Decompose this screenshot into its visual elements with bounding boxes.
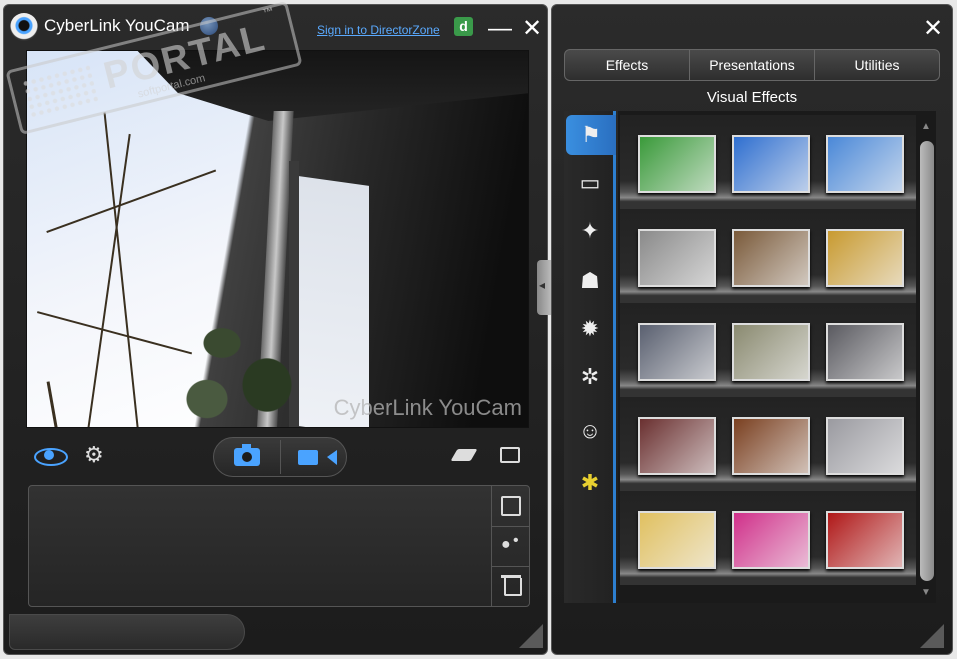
resize-grip-icon[interactable] (920, 624, 944, 648)
effect-thumbnail[interactable] (732, 135, 810, 193)
trash-icon[interactable] (501, 574, 522, 596)
albums-icon[interactable] (501, 496, 521, 516)
effect-shelf (620, 491, 916, 585)
signin-directorzone-link[interactable]: Sign in to DirectorZone (317, 23, 440, 37)
effect-thumbnail[interactable] (638, 417, 716, 475)
tab-presentations[interactable]: Presentations (690, 50, 815, 80)
effect-thumbnail[interactable] (638, 323, 716, 381)
youcam-logo-icon (10, 13, 38, 41)
video-camera-icon[interactable] (298, 450, 318, 465)
effect-category-bar: ⚑ ▭ ✦ ☗ ✹ ✲ ☺ ✱ (564, 111, 616, 603)
effect-thumbnail[interactable] (826, 229, 904, 287)
minimize-button[interactable]: — (488, 17, 512, 41)
effect-thumbnail[interactable] (732, 323, 810, 381)
scene-icon[interactable]: ⚑ (566, 115, 616, 155)
effect-thumbnail[interactable] (638, 229, 716, 287)
effect-shelf (620, 209, 916, 303)
effect-thumbnail[interactable] (732, 511, 810, 569)
tab-utilities[interactable]: Utilities (815, 50, 939, 80)
effect-thumbnail[interactable] (826, 323, 904, 381)
gadget-icon[interactable]: ✱ (568, 463, 612, 503)
panel-collapse-handle[interactable] (537, 260, 551, 315)
effect-thumbnail[interactable] (732, 229, 810, 287)
effect-shelf (620, 397, 916, 491)
effect-thumbnail[interactable] (826, 511, 904, 569)
effect-thumbnail[interactable] (826, 417, 904, 475)
divider (492, 566, 530, 567)
avatar-icon[interactable]: ✹ (568, 309, 612, 349)
eraser-icon[interactable] (450, 449, 478, 461)
scroll-down-icon[interactable]: ▼ (921, 587, 931, 598)
effects-tabs: Effects Presentations Utilities (564, 49, 940, 81)
close-button[interactable]: ✕ (520, 17, 544, 41)
divider (280, 440, 281, 474)
capture-mode-group (213, 437, 347, 477)
effect-thumbnail[interactable] (638, 511, 716, 569)
effects-scrollbar[interactable]: ▲ ▼ (918, 117, 936, 603)
gear-icon[interactable]: ⚙ (84, 444, 104, 466)
effects-panel: ✕ Effects Presentations Utilities Visual… (551, 4, 953, 655)
tray-sidebar (491, 486, 530, 606)
status-bar (9, 614, 245, 650)
effect-thumbnail[interactable] (826, 135, 904, 193)
scroll-thumb[interactable] (920, 141, 934, 581)
webcam-preview: CyberLink YouCam (26, 50, 529, 428)
frame-icon[interactable]: ▭ (568, 163, 612, 203)
emotion-icon[interactable]: ☺ (568, 411, 612, 451)
effect-thumbnail[interactable] (638, 135, 716, 193)
app-title: CyberLink YouCam (44, 16, 190, 35)
share-icon[interactable] (501, 532, 521, 556)
effects-grid (618, 111, 936, 603)
scroll-up-icon[interactable]: ▲ (921, 121, 931, 132)
distortion-icon[interactable]: ✲ (568, 357, 612, 397)
webcam-watermark: CyberLink YouCam (333, 395, 522, 420)
tab-effects[interactable]: Effects (565, 50, 690, 80)
particle-icon[interactable]: ✦ (568, 211, 612, 251)
divider (492, 526, 530, 527)
eye-icon[interactable] (34, 446, 68, 466)
mask-icon[interactable]: ☗ (568, 261, 612, 301)
effect-shelf (620, 303, 916, 397)
section-title: Visual Effects (706, 89, 798, 106)
effect-shelf (620, 115, 916, 209)
plant-silhouette (177, 287, 327, 427)
window-resize-icon[interactable] (500, 447, 520, 463)
directorzone-icon[interactable]: d (454, 17, 473, 36)
resize-grip-icon[interactable] (519, 624, 543, 648)
close-panel-button[interactable]: ✕ (921, 17, 945, 41)
effect-thumbnail[interactable] (732, 417, 810, 475)
media-tray[interactable] (28, 485, 530, 607)
youcam-main-window: CyberLink YouCam Sign in to DirectorZone… (3, 0, 551, 655)
camera-icon[interactable] (234, 444, 260, 466)
watermark-tm: ™ (261, 5, 278, 20)
globe-icon[interactable] (200, 17, 218, 35)
